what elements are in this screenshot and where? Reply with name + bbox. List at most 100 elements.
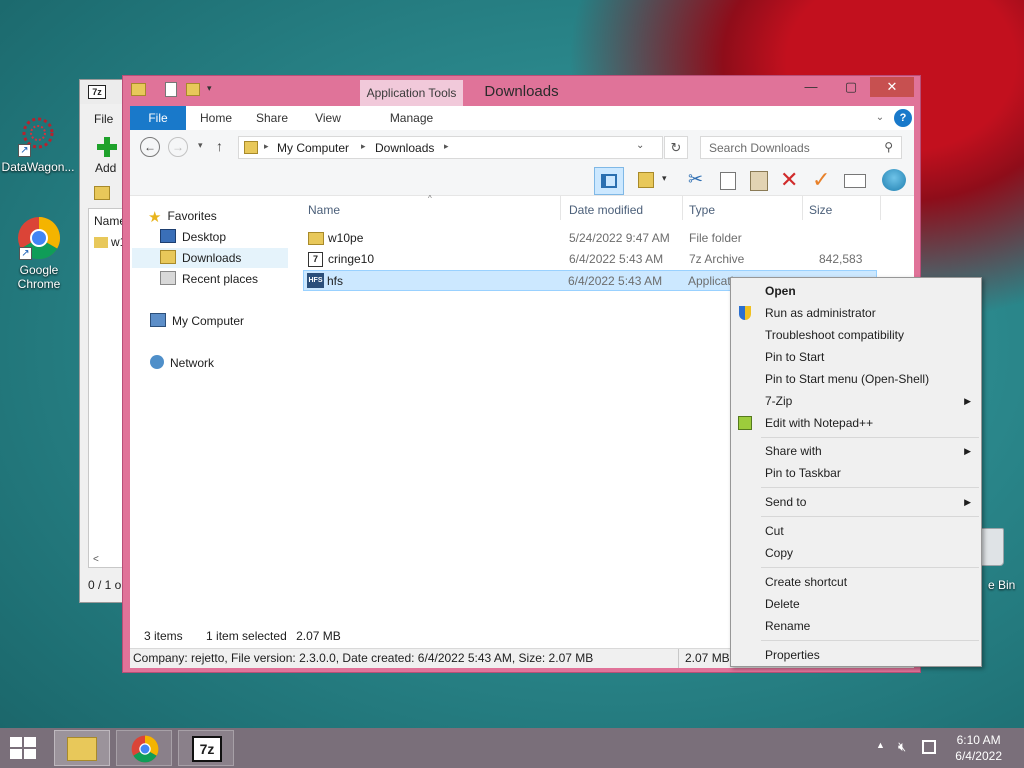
submenu-arrow-icon: ▶: [964, 497, 971, 507]
breadcrumb-separator-icon[interactable]: ▸: [444, 141, 449, 152]
clock-date: 6/4/2022: [955, 749, 1002, 763]
address-dropdown-icon[interactable]: ⌄: [636, 140, 644, 151]
breadcrumb-separator-icon[interactable]: ▸: [264, 141, 269, 152]
scroll-left-icon[interactable]: <: [93, 554, 99, 565]
status-selected: 1 item selected: [206, 629, 287, 643]
email-icon[interactable]: [844, 174, 866, 188]
menu-item-pin-to-taskbar[interactable]: Pin to Taskbar: [731, 462, 981, 484]
column-header-date-modified[interactable]: Date modified: [569, 203, 643, 217]
menu-item-share-with[interactable]: Share with ▶: [731, 440, 981, 462]
menu-item-copy[interactable]: Copy: [731, 542, 981, 564]
desktop-icon-label: DataWagon...: [1, 160, 75, 174]
sevenzip-status: 0 / 1 o: [88, 578, 122, 592]
nav-desktop[interactable]: Desktop: [160, 227, 226, 247]
details-text: Company: rejetto, File version: 2.3.0.0,…: [133, 651, 594, 665]
open-shell-icon[interactable]: [882, 169, 906, 191]
network-icon: [150, 355, 164, 369]
nav-recent-places[interactable]: Recent places: [160, 269, 258, 289]
status-selected-size: 2.07 MB: [296, 629, 341, 643]
toolbar-dropdown-icon[interactable]: ▾: [662, 173, 667, 184]
tab-manage[interactable]: Manage: [360, 106, 463, 130]
refresh-icon[interactable]: ↻: [664, 136, 688, 159]
desktop-icon-datawagon[interactable]: ↗ DataWagon...: [0, 113, 78, 174]
menu-item-delete[interactable]: Delete: [731, 593, 981, 615]
tab-home[interactable]: Home: [190, 106, 242, 130]
desktop-icon-chrome[interactable]: ↗ Google Chrome: [0, 216, 79, 291]
menu-item-properties[interactable]: Properties: [731, 644, 981, 666]
classic-toolbar: ▾ ✂ ✕ ✓: [130, 166, 914, 196]
sevenzip-add-icon[interactable]: [96, 136, 118, 158]
sevenzip-up-icon[interactable]: [94, 186, 110, 200]
menu-item-open[interactable]: Open: [731, 280, 981, 302]
up-button[interactable]: ↑: [216, 138, 223, 154]
ribbon-tabs: File Home Share View Manage ⌄ ?: [130, 106, 914, 130]
column-header-name[interactable]: Name: [308, 203, 340, 217]
back-button[interactable]: ←: [140, 137, 160, 157]
menu-item-pin-to-start-menu-open-shell[interactable]: Pin to Start menu (Open-Shell): [731, 368, 981, 390]
delete-icon[interactable]: ✕: [780, 167, 798, 193]
menu-item-rename[interactable]: Rename: [731, 615, 981, 637]
minimize-button[interactable]: —: [798, 77, 824, 97]
file-row-w10pe[interactable]: w10pe 5/24/2022 9:47 AM File folder: [304, 228, 878, 249]
sevenzip-menu-file[interactable]: File: [94, 112, 113, 126]
show-hidden-icons-icon[interactable]: ▲: [876, 740, 885, 750]
taskbar-file-explorer[interactable]: [54, 730, 110, 766]
chrome-icon: [131, 735, 159, 763]
menu-item-create-shortcut[interactable]: Create shortcut: [731, 571, 981, 593]
tab-share[interactable]: Share: [246, 106, 298, 130]
sort-arrow-icon: ^: [428, 194, 432, 203]
cut-icon[interactable]: ✂: [688, 169, 703, 190]
breadcrumb-separator-icon[interactable]: ▸: [361, 141, 366, 152]
menu-item-edit-with-notepadpp[interactable]: Edit with Notepad++: [731, 412, 981, 434]
menu-item-cut[interactable]: Cut: [731, 520, 981, 542]
uac-shield-icon: [739, 306, 751, 320]
column-header-type[interactable]: Type: [689, 203, 715, 217]
toolbar-folder-options-icon[interactable]: [638, 172, 654, 188]
menu-item-troubleshoot[interactable]: Troubleshoot compatibility: [731, 324, 981, 346]
breadcrumb-my-computer[interactable]: My Computer: [277, 141, 349, 155]
navigation-pane: ★ Favorites Desktop Downloads Recent plac…: [130, 196, 296, 624]
expand-ribbon-icon[interactable]: ⌄: [870, 106, 890, 130]
nav-network[interactable]: Network: [150, 353, 214, 373]
recent-locations-icon[interactable]: ▾: [198, 140, 203, 151]
star-icon: ★: [148, 209, 162, 226]
menu-item-pin-to-start[interactable]: Pin to Start: [731, 346, 981, 368]
taskbar-chrome[interactable]: [116, 730, 172, 766]
column-header-size[interactable]: Size: [809, 203, 832, 217]
tab-view[interactable]: View: [302, 106, 354, 130]
address-box[interactable]: ▸ My Computer ▸ Downloads ▸ ⌄: [238, 136, 663, 159]
forward-button[interactable]: →: [168, 137, 188, 157]
address-bar-row: ← → ▾ ↑ ▸ My Computer ▸ Downloads ▸ ⌄ ↻ …: [130, 130, 914, 166]
tab-file[interactable]: File: [130, 106, 186, 130]
clock-time: 6:10 AM: [956, 733, 1001, 747]
help-icon[interactable]: ?: [894, 109, 912, 127]
nav-downloads[interactable]: Downloads: [132, 248, 288, 268]
close-button[interactable]: ✕: [870, 77, 914, 97]
shortcut-arrow-icon: ↗: [19, 247, 32, 260]
sevenzip-add-label: Add: [95, 161, 117, 175]
start-button[interactable]: [8, 730, 42, 766]
nav-favorites[interactable]: ★ Favorites: [148, 206, 217, 226]
windows-logo-icon: [10, 737, 36, 759]
network-status-icon[interactable]: [922, 740, 936, 754]
paste-icon[interactable]: [750, 171, 768, 191]
volume-muted-icon[interactable]: 🔇︎: [898, 739, 906, 755]
copy-icon[interactable]: [720, 172, 736, 190]
details-size: 2.07 MB: [678, 649, 730, 668]
nav-my-computer[interactable]: My Computer: [150, 311, 244, 331]
breadcrumb-downloads[interactable]: Downloads: [375, 141, 434, 155]
maximize-button[interactable]: ▢: [838, 77, 864, 97]
context-menu: Open Run as administrator Troubleshoot c…: [730, 277, 982, 667]
file-explorer-icon: [67, 737, 97, 761]
explorer-titlebar[interactable]: ▾ Application Tools Downloads — ▢ ✕: [123, 76, 920, 106]
properties-check-icon[interactable]: ✓: [812, 167, 830, 193]
menu-item-send-to[interactable]: Send to ▶: [731, 491, 981, 513]
search-input[interactable]: Search Downloads ⚲: [700, 136, 902, 159]
search-icon[interactable]: ⚲: [884, 140, 893, 154]
taskbar-7zip[interactable]: 7z: [178, 730, 234, 766]
toolbar-layout-icon[interactable]: [594, 167, 624, 195]
menu-item-7zip[interactable]: 7-Zip ▶: [731, 390, 981, 412]
file-row-cringe10[interactable]: 7 cringe10 6/4/2022 5:43 AM 7z Archive 8…: [304, 249, 878, 287]
clock[interactable]: 6:10 AM 6/4/2022: [955, 732, 1002, 764]
menu-item-run-as-admin[interactable]: Run as administrator: [731, 302, 981, 324]
